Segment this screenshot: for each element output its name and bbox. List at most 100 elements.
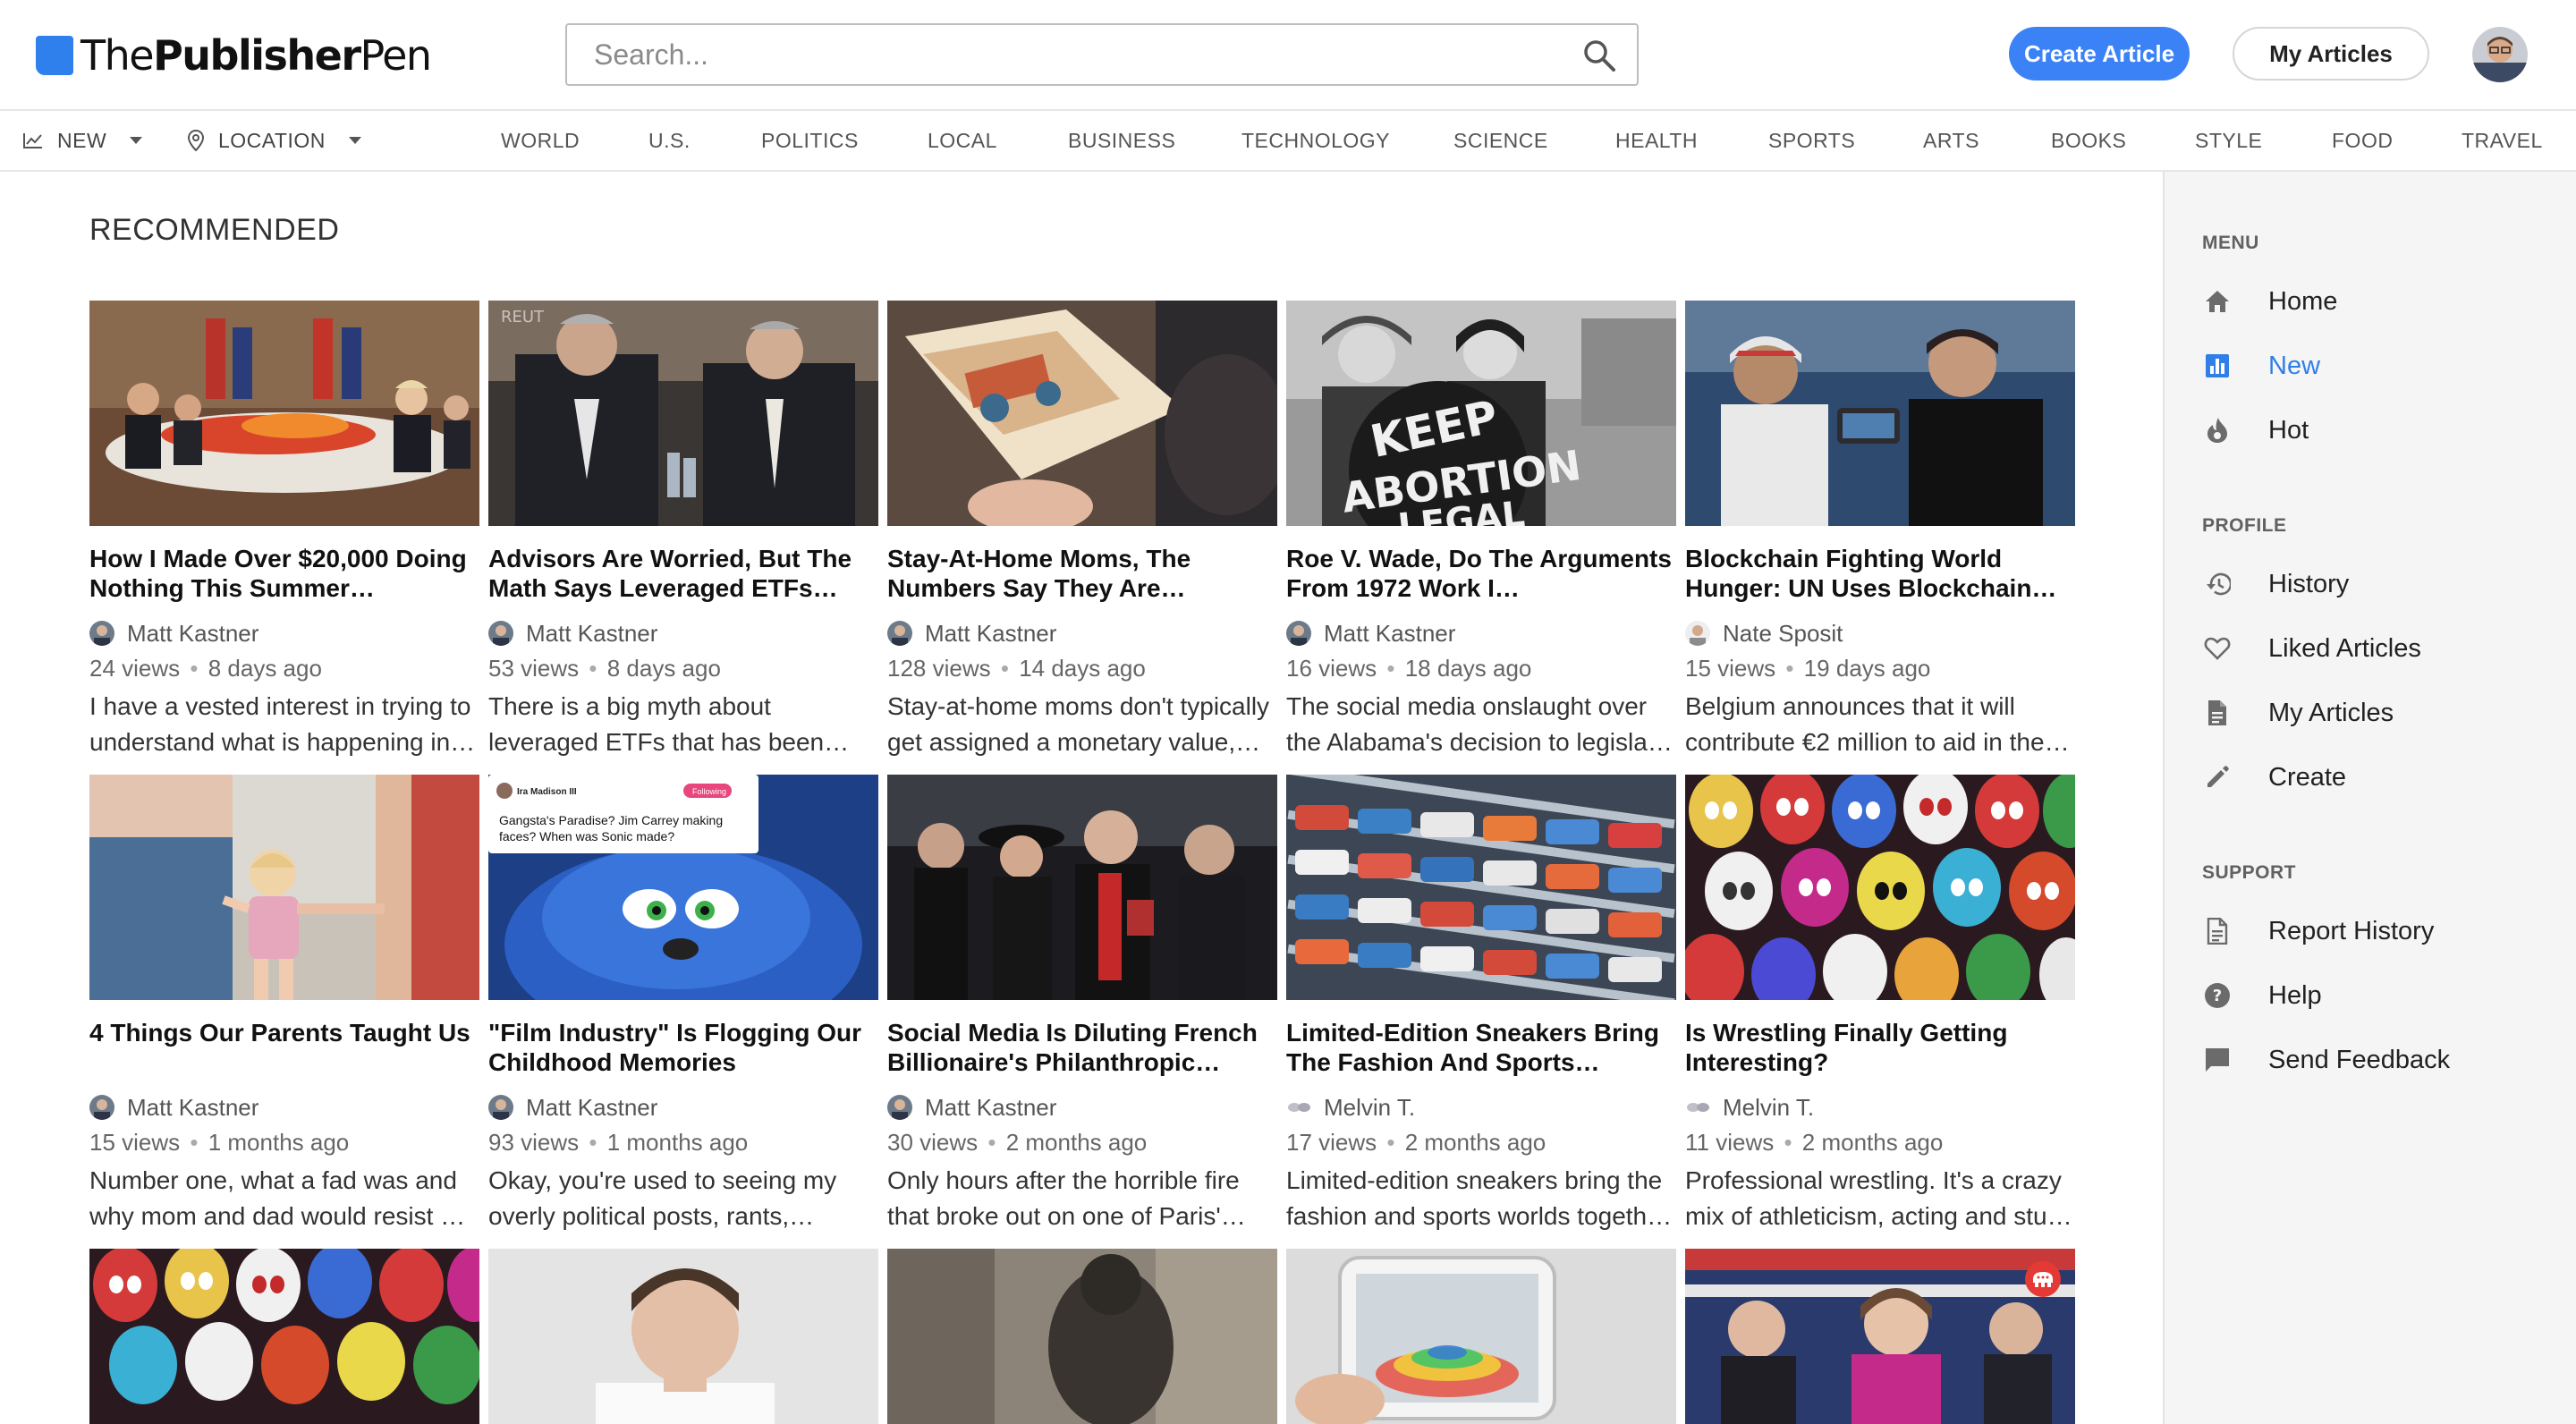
article-thumbnail[interactable] — [1685, 1249, 2075, 1424]
article-excerpt: There is a big myth about leveraged ETFs … — [488, 692, 850, 756]
article-card[interactable] — [1286, 1249, 1676, 1424]
article-card[interactable]: How I Made Over $20,000 Doing Nothing Th… — [89, 301, 479, 766]
nav-link-world[interactable]: WORLD — [501, 111, 580, 170]
article-author[interactable]: Matt Kastner — [488, 1093, 657, 1122]
article-author[interactable]: Matt Kastner — [1286, 619, 1455, 648]
article-title[interactable]: Social Media Is Diluting French Billiona… — [887, 1018, 1277, 1077]
article-author[interactable]: Melvin T. — [1286, 1093, 1415, 1122]
article-thumbnail[interactable] — [887, 1249, 1277, 1424]
site-logo[interactable]: ThePublisherPen — [36, 30, 432, 81]
article-thumbnail[interactable]: KEEP ABORTION LEGAL — [1286, 301, 1676, 526]
sidebar-item-home[interactable]: Home — [2202, 279, 2337, 324]
new-filter-dropdown[interactable]: NEW — [23, 111, 143, 170]
article-card[interactable] — [887, 1249, 1277, 1424]
nav-link-sports[interactable]: SPORTS — [1768, 111, 1855, 170]
sidebar-item-label: Create — [2268, 762, 2347, 792]
article-thumbnail[interactable]: REUT — [488, 301, 878, 526]
article-thumbnail[interactable] — [89, 301, 479, 526]
article-author[interactable]: Matt Kastner — [488, 619, 657, 648]
article-meta: 17 views • 2 months ago — [1286, 1129, 1546, 1156]
nav-link-travel[interactable]: TRAVEL — [2462, 111, 2543, 170]
author-avatar — [488, 1095, 513, 1120]
article-author[interactable]: Matt Kastner — [887, 1093, 1056, 1122]
user-avatar[interactable] — [2472, 27, 2528, 82]
search-icon[interactable] — [1581, 38, 1617, 73]
nav-link-books[interactable]: BOOKS — [2051, 111, 2126, 170]
view-count: 24 views — [89, 655, 181, 682]
article-card[interactable] — [1685, 1249, 2075, 1424]
article-author[interactable]: Matt Kastner — [89, 1093, 258, 1122]
article-card[interactable]: KEEP ABORTION LEGAL Roe V. Wade, Do The … — [1286, 301, 1676, 766]
article-card[interactable]: 4 Things Our Parents Taught Us Matt Kast… — [89, 775, 479, 1240]
article-excerpt: Professional wrestling. It's a crazy mix … — [1685, 1166, 2072, 1230]
article-card[interactable]: Limited-Edition Sneakers Bring The Fashi… — [1286, 775, 1676, 1240]
article-title[interactable]: Blockchain Fighting World Hunger: UN Use… — [1685, 544, 2075, 603]
pencil-icon — [2202, 762, 2233, 793]
article-title[interactable]: Is Wrestling Finally Getting Interesting… — [1685, 1018, 2075, 1077]
search-input[interactable] — [567, 25, 1569, 84]
article-card[interactable]: Stay-At-Home Moms, The Numbers Say They … — [887, 301, 1277, 766]
author-name: Matt Kastner — [526, 619, 658, 647]
article-author[interactable]: Melvin T. — [1685, 1093, 1814, 1122]
nav-link-food[interactable]: FOOD — [2332, 111, 2393, 170]
article-thumbnail[interactable] — [887, 301, 1277, 526]
nav-link-local[interactable]: LOCAL — [928, 111, 997, 170]
article-thumbnail[interactable] — [89, 775, 479, 1000]
article-title[interactable]: How I Made Over $20,000 Doing Nothing Th… — [89, 544, 479, 603]
article-thumbnail[interactable] — [89, 1249, 479, 1424]
sidebar-item-my-articles[interactable]: My Articles — [2202, 691, 2394, 735]
article-thumbnail[interactable] — [1685, 301, 2075, 526]
view-count: 30 views — [887, 1129, 979, 1156]
sidebar-item-hot[interactable]: Hot — [2202, 408, 2309, 453]
article-thumbnail[interactable]: Ira Madison III Following Gangsta's Para… — [488, 775, 878, 1000]
sidebar-item-new[interactable]: New — [2202, 343, 2320, 388]
article-meta: 93 views • 1 months ago — [488, 1129, 749, 1156]
nav-link-politics[interactable]: POLITICS — [761, 111, 859, 170]
article-author[interactable]: Matt Kastner — [89, 619, 258, 648]
article-thumbnail[interactable] — [1685, 775, 2075, 1000]
location-filter-label: LOCATION — [218, 128, 326, 152]
article-title[interactable]: 4 Things Our Parents Taught Us — [89, 1018, 479, 1077]
sidebar-item-report-history[interactable]: Report History — [2202, 909, 2434, 954]
sidebar-item-history[interactable]: History — [2202, 562, 2349, 606]
article-card[interactable]: Social Media Is Diluting French Billiona… — [887, 775, 1277, 1240]
article-title[interactable]: Advisors Are Worried, But The Math Says … — [488, 544, 878, 603]
article-card[interactable] — [89, 1249, 479, 1424]
nav-link-arts[interactable]: ARTS — [1923, 111, 1979, 170]
nav-link-technology[interactable]: TECHNOLOGY — [1241, 111, 1390, 170]
sidebar-item-send-feedback[interactable]: Send Feedback — [2202, 1038, 2450, 1082]
view-count: 11 views — [1685, 1129, 1775, 1156]
author-avatar — [488, 621, 513, 646]
article-thumbnail[interactable] — [1286, 775, 1676, 1000]
article-card[interactable]: Ira Madison III Following Gangsta's Para… — [488, 775, 878, 1240]
nav-link-science[interactable]: SCIENCE — [1453, 111, 1548, 170]
sidebar-item-create[interactable]: Create — [2202, 755, 2346, 800]
article-meta: 24 views • 8 days ago — [89, 655, 322, 682]
article-author[interactable]: Matt Kastner — [887, 619, 1056, 648]
location-filter-dropdown[interactable]: LOCATION — [188, 111, 361, 170]
article-title[interactable]: Limited-Edition Sneakers Bring The Fashi… — [1286, 1018, 1676, 1077]
sidebar-item-help[interactable]: ? Help — [2202, 973, 2322, 1018]
article-thumbnail[interactable] — [488, 1249, 878, 1424]
create-article-button[interactable]: Create Article — [2009, 27, 2190, 81]
article-thumbnail[interactable] — [1286, 1249, 1676, 1424]
article-card[interactable] — [488, 1249, 878, 1424]
article-thumbnail[interactable] — [887, 775, 1277, 1000]
nav-link-health[interactable]: HEALTH — [1615, 111, 1698, 170]
nav-link-business[interactable]: BUSINESS — [1068, 111, 1175, 170]
article-title[interactable]: Roe V. Wade, Do The Arguments From 1972 … — [1286, 544, 1676, 603]
article-title[interactable]: Stay-At-Home Moms, The Numbers Say They … — [887, 544, 1277, 603]
nav-link-us[interactable]: U.S. — [648, 111, 691, 170]
my-articles-button[interactable]: My Articles — [2233, 27, 2429, 81]
article-author[interactable]: Nate Sposit — [1685, 619, 1843, 648]
tweet-text-2: faces? When was Sonic made? — [499, 829, 674, 843]
article-card[interactable]: Is Wrestling Finally Getting Interesting… — [1685, 775, 2075, 1240]
article-card[interactable]: Blockchain Fighting World Hunger: UN Use… — [1685, 301, 2075, 766]
sidebar-item-liked-articles[interactable]: Liked Articles — [2202, 626, 2421, 671]
political-party-badge-icon — [2025, 1261, 2061, 1297]
post-age: 14 days ago — [1019, 655, 1146, 682]
article-card[interactable]: REUT Advisors Are Worried, But The Math … — [488, 301, 878, 766]
nav-link-style[interactable]: STYLE — [2195, 111, 2262, 170]
article-title[interactable]: "Film Industry" Is Flogging Our Childhoo… — [488, 1018, 878, 1077]
home-icon — [2202, 286, 2233, 317]
